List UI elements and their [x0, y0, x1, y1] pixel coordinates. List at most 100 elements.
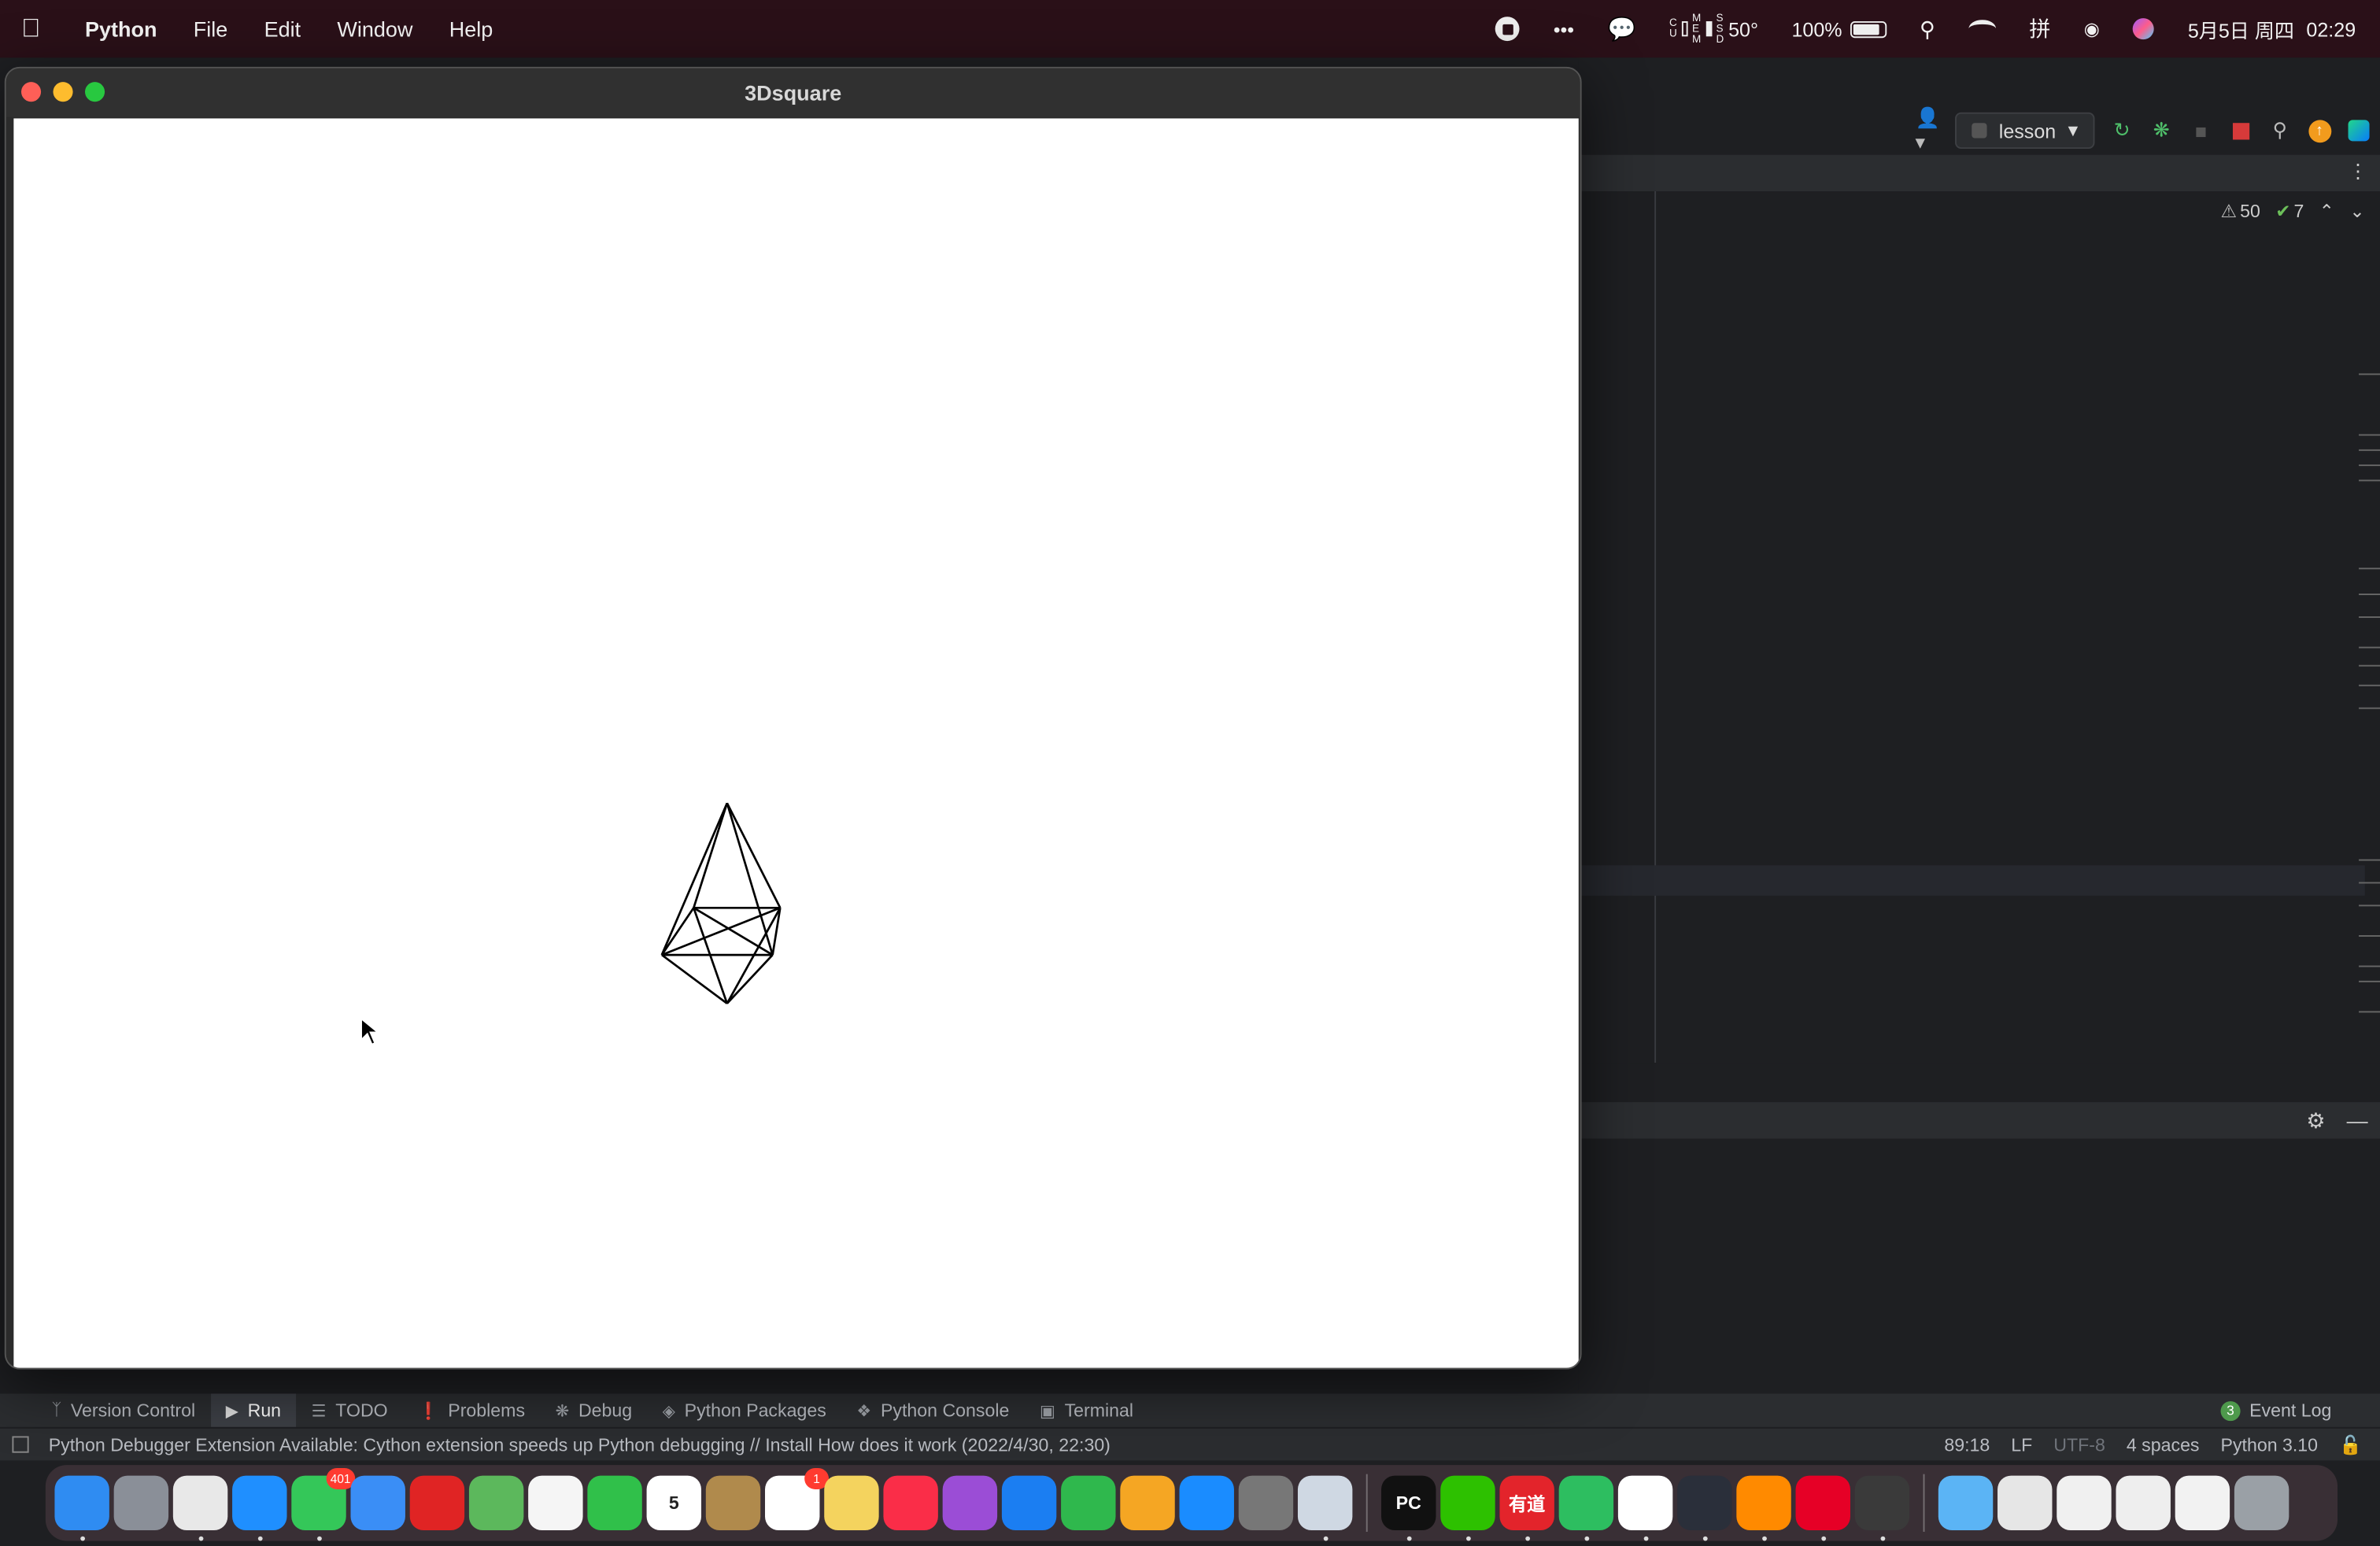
input-method-icon[interactable]: 拼 — [2029, 13, 2050, 44]
dock-pen-icon[interactable] — [1854, 1475, 1910, 1541]
menu-help[interactable]: Help — [449, 17, 493, 41]
wifi-icon[interactable] — [1968, 20, 1996, 38]
menu-window[interactable]: Window — [337, 17, 412, 41]
tab-terminal[interactable]: ▣ Terminal — [1025, 1393, 1149, 1426]
dock-numbers-icon[interactable] — [1061, 1475, 1116, 1531]
tab-version-control[interactable]: ᛉ Version Control — [36, 1393, 210, 1426]
menu-app-name[interactable]: Python — [85, 17, 157, 41]
more-vertical-icon[interactable]: ⋮ — [2349, 160, 2368, 184]
rerun-icon[interactable]: ↻ — [2110, 118, 2134, 142]
profile-icon[interactable]: 👤▾ — [1916, 106, 1940, 153]
dock-youdao-icon[interactable]: 有道 — [1499, 1475, 1554, 1541]
lock-icon[interactable]: 🔓 — [2339, 1435, 2362, 1456]
window-titlebar[interactable]: 3Dsquare — [6, 68, 1580, 117]
dock-quicktime-icon[interactable] — [1677, 1475, 1732, 1541]
run-config-selector[interactable]: lesson ▾ — [1954, 112, 2095, 150]
running-indicator — [316, 1536, 321, 1541]
menu-file[interactable]: File — [194, 17, 228, 41]
dock-folder-icon[interactable] — [1938, 1475, 1994, 1531]
chevron-up-icon[interactable]: ⌃ — [2319, 201, 2334, 222]
update-icon[interactable]: ↑ — [2307, 118, 2331, 142]
dock-music-icon[interactable] — [883, 1475, 938, 1531]
tab-label: TODO — [335, 1400, 388, 1422]
drawing-canvas[interactable] — [13, 118, 1579, 1368]
dock-calendar-icon[interactable]: 5 — [646, 1475, 702, 1531]
tab-python-packages[interactable]: ◈ Python Packages — [647, 1393, 841, 1426]
dock-notes-folder-icon[interactable] — [705, 1475, 761, 1531]
dock-podcasts-icon[interactable] — [942, 1475, 998, 1531]
wechat-status-icon[interactable]: 💬 — [1607, 15, 1635, 43]
dock-trash-icon[interactable] — [2234, 1475, 2289, 1531]
control-center-icon[interactable]: ◉ — [2084, 18, 2100, 39]
chevron-down-icon[interactable]: ⌄ — [2349, 201, 2364, 222]
dock-facetime-icon[interactable] — [587, 1475, 642, 1531]
apple-icon[interactable]:  — [21, 13, 67, 44]
terminal-icon: ▣ — [1039, 1402, 1056, 1421]
dock-doc2-icon[interactable] — [2057, 1475, 2112, 1531]
close-button[interactable] — [21, 82, 42, 102]
dock-keynote-icon[interactable] — [1001, 1475, 1057, 1531]
warning-icon: ❗ — [418, 1402, 439, 1421]
date-text[interactable]: 5月5日 周四 — [2188, 14, 2294, 43]
status-message[interactable]: Python Debugger Extension Available: Cyt… — [49, 1434, 1111, 1455]
dock-maps-icon[interactable] — [468, 1475, 524, 1531]
minimize-button[interactable] — [53, 82, 73, 102]
dock-finder-icon[interactable] — [54, 1475, 109, 1541]
dock-mail-icon[interactable] — [350, 1475, 405, 1531]
dock-wechat-icon[interactable] — [1440, 1475, 1495, 1541]
dock-taobao-icon[interactable] — [1736, 1475, 1791, 1541]
menu-edit[interactable]: Edit — [264, 17, 301, 41]
zoom-button[interactable] — [85, 82, 105, 102]
dock-photos-icon[interactable] — [528, 1475, 583, 1531]
event-log-button[interactable]: 3 Event Log — [2220, 1393, 2331, 1426]
warning-count: 50 — [2240, 200, 2260, 222]
debug-icon[interactable]: ❋ — [2149, 118, 2174, 142]
inspection-widget[interactable]: ⚠ 50 ✔ 7 ⌃ ⌄ — [2221, 201, 2365, 222]
tab-run[interactable]: ▶ Run — [210, 1393, 297, 1427]
dock-pycharm-icon[interactable]: PC — [1381, 1475, 1436, 1541]
dock-system-preferences-icon[interactable] — [1238, 1475, 1294, 1531]
gear-icon[interactable]: ⚙ — [2306, 1108, 2325, 1134]
tool-windows-toggle-icon[interactable] — [12, 1436, 29, 1453]
system-monitor[interactable]: C U M E M S S D 50° — [1669, 13, 1758, 45]
dock-notes-icon[interactable] — [824, 1475, 879, 1531]
record-icon[interactable] — [1495, 17, 1521, 42]
tab-todo[interactable]: ☰ TODO — [296, 1393, 403, 1426]
editor-tabs: ⋮ — [1578, 154, 2380, 192]
search-icon[interactable]: ⚲ — [2267, 118, 2292, 142]
stop-coverage-icon[interactable]: ■ — [2189, 118, 2213, 142]
tab-debug[interactable]: ❋ Debug — [540, 1393, 647, 1426]
dock-launchpad-icon[interactable] — [113, 1475, 169, 1531]
battery-status[interactable]: 100% — [1791, 17, 1887, 40]
siri-icon[interactable] — [2133, 18, 2155, 40]
dock-reminders-icon[interactable]: 1 — [765, 1467, 830, 1531]
dock-preview-icon[interactable] — [1297, 1475, 1353, 1541]
interpreter[interactable]: Python 3.10 — [2221, 1435, 2319, 1456]
dock-doc4-icon[interactable] — [2175, 1475, 2230, 1531]
dock-wps-icon[interactable] — [1617, 1475, 1673, 1541]
spotlight-icon[interactable]: ⚲ — [1920, 16, 1935, 42]
dock-evernote-icon[interactable] — [1558, 1475, 1614, 1541]
minimize-icon[interactable]: — — [2347, 1108, 2368, 1133]
file-encoding[interactable]: UTF-8 — [2053, 1435, 2105, 1456]
dock-app-store-icon[interactable] — [1179, 1475, 1234, 1531]
indent-setting[interactable]: 4 spaces — [2127, 1435, 2200, 1456]
dock-chrome-icon[interactable] — [172, 1475, 228, 1541]
jetbrains-icon[interactable] — [2347, 118, 2371, 142]
dock-pages-icon[interactable] — [1120, 1475, 1175, 1531]
tab-problems[interactable]: ❗ Problems — [403, 1393, 540, 1426]
dock-safari-icon[interactable] — [232, 1475, 287, 1541]
dock-doc3-icon[interactable] — [2116, 1475, 2171, 1531]
line-separator[interactable]: LF — [2011, 1435, 2032, 1456]
dock-doc1-icon[interactable] — [1998, 1475, 2053, 1531]
caret-position[interactable]: 89:18 — [1944, 1435, 1990, 1456]
more-icon[interactable]: ••• — [1554, 17, 1574, 40]
dock-messages-icon[interactable]: 401 — [291, 1467, 356, 1541]
dock-stocks-icon[interactable] — [409, 1475, 465, 1531]
dock-netease-music-icon[interactable] — [1795, 1475, 1850, 1541]
tab-python-console[interactable]: ❖ Python Console — [841, 1393, 1025, 1426]
code-editor[interactable]: ⚠ 50 ✔ 7 ⌃ ⌄ — [1578, 191, 2380, 1063]
stop-icon[interactable] — [2228, 118, 2252, 142]
running-indicator — [1465, 1536, 1470, 1541]
time-text[interactable]: 02:29 — [2306, 17, 2356, 40]
